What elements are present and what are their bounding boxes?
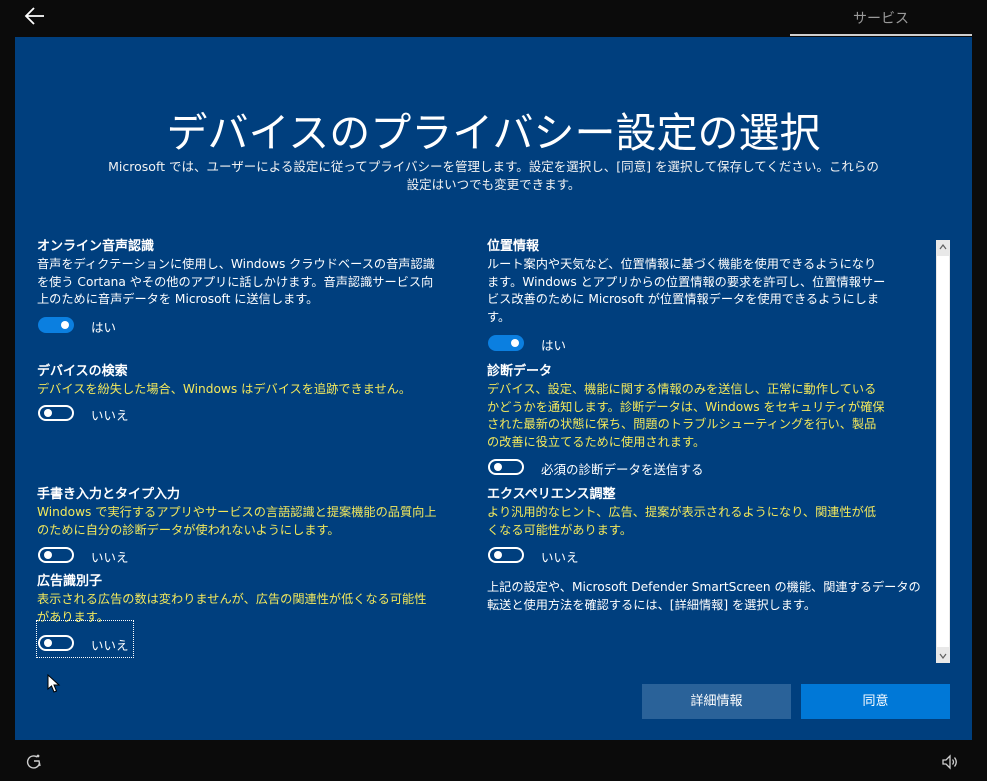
mouse-cursor-icon (47, 673, 61, 694)
desc-line: ます。Windows とアプリからの位置情報の要求を許可し、位置情報サー (487, 274, 886, 289)
toggle-switch[interactable] (488, 335, 524, 351)
toggle-switch[interactable] (488, 547, 524, 563)
section-find-device: デバイスの検索 デバイスを紛失した場合、Windows はデバイスを追跡できませ… (37, 363, 477, 399)
desc-line: くなる可能性があります。 (487, 522, 633, 537)
footer-note: 上記の設定や、Microsoft Defender SmartScreen の機… (487, 579, 935, 614)
toggle-switch[interactable] (38, 317, 74, 333)
toggle-knob (61, 321, 69, 329)
desc-line: 転送と使用方法を確認するには、[詳細情報] を選択します。 (487, 597, 817, 612)
desc-line: ルート案内や天気など、位置情報に基づく機能を使用できるようになり (487, 257, 877, 271)
toggle-knob (511, 339, 519, 347)
desc-line: 音声をディクテーションに使用し、Windows クラウドベースの音声認識 (37, 257, 435, 271)
section-title: 診断データ (487, 364, 553, 379)
tab-underline (790, 34, 972, 36)
toggle-label: いいえ (541, 550, 579, 565)
section-title: 位置情報 (487, 239, 540, 254)
section-description: デバイス、設定、機能に関する情報のみを送信し、正常に動作している かどうかを通知… (487, 381, 927, 451)
back-arrow-icon[interactable] (20, 4, 48, 28)
section-description: より汎用的なヒント、広告、提案が表示されるようになり、関連性が低 くなる可能性が… (487, 504, 927, 539)
section-description: ルート案内や天気など、位置情報に基づく機能を使用できるようになり ます。Wind… (487, 256, 927, 326)
desc-line: ビス改善のために Microsoft が位置情報データを使用できるようにしま (487, 292, 880, 306)
desc-line: かどうかを通知します。診断データは、Windows をセキュリティが確保 (487, 399, 885, 414)
toggle-knob (44, 639, 52, 647)
section-location: 位置情報 ルート案内や天気など、位置情報に基づく機能を使用できるようになり ます… (487, 238, 927, 326)
section-title: デバイスの検索 (37, 364, 128, 379)
section-diagnostics: 診断データ デバイス、設定、機能に関する情報のみを送信し、正常に動作している か… (487, 363, 927, 451)
toggle-switch[interactable] (38, 635, 74, 651)
volume-icon[interactable] (940, 752, 960, 772)
details-button[interactable]: 詳細情報 (642, 684, 791, 719)
section-description: デバイスを紛失した場合、Windows はデバイスを追跡できません。 (37, 381, 477, 399)
desc-line: Windows で実行するアプリやサービスの言語認識と提案機能の品質向上 (37, 505, 437, 519)
tab-services-label: サービス (853, 11, 909, 27)
section-description: 音声をディクテーションに使用し、Windows クラウドベースの音声認識 を使う… (37, 256, 477, 309)
desc-line: 表示される広告の数は変わりませんが、広告の関連性が低くなる可能性 (37, 592, 427, 606)
section-online-speech: オンライン音声認識 音声をディクテーションに使用し、Windows クラウドベー… (37, 238, 477, 309)
section-tailored-experiences: エクスペリエンス調整 より汎用的なヒント、広告、提案が表示されるようになり、関連… (487, 486, 927, 539)
desc-line: デバイスを紛失した場合、Windows はデバイスを追跡できません。 (37, 382, 412, 396)
toggle-knob (44, 551, 52, 559)
toggle-switch[interactable] (38, 405, 74, 421)
section-title: オンライン音声認識 (37, 239, 155, 254)
toggle-label: いいえ (91, 408, 129, 423)
section-title: エクスペリエンス調整 (487, 487, 616, 502)
desc-line: を使う Cortana やその他のアプリに話しかけます。音声認識サービス向 (37, 274, 434, 289)
desc-line: 上記の設定や、Microsoft Defender SmartScreen の機… (487, 580, 921, 594)
toggle-switch[interactable] (38, 547, 74, 563)
scrollbar-thumb[interactable] (937, 256, 949, 647)
page-subtitle: Microsoft では、ユーザーによる設定に従ってプライバシーを管理します。設… (75, 158, 912, 194)
toggle-label: いいえ (91, 638, 129, 653)
tab-services[interactable]: サービス (790, 0, 972, 36)
desc-line: のために自分の診断データが使われないようにします。 (37, 522, 340, 537)
toggle-label: はい (541, 338, 567, 353)
subtitle-line: 設定はいつでも変更できます。 (406, 177, 581, 192)
section-title: 広告識別子 (37, 574, 103, 589)
desc-line: された最新の状態に保ち、問題のトラブルシューティングを行い、製品 (487, 417, 877, 431)
toggle-knob (494, 463, 502, 471)
section-title: 手書き入力とタイプ入力 (37, 487, 181, 502)
agree-button[interactable]: 同意 (801, 684, 950, 719)
top-bar: サービス (0, 0, 987, 37)
privacy-settings-panel: デバイスのプライバシー設定の選択 Microsoft では、ユーザーによる設定に… (15, 37, 972, 740)
desc-line: す。 (487, 309, 511, 324)
ease-of-access-icon[interactable] (24, 752, 44, 772)
section-description: Windows で実行するアプリやサービスの言語認識と提案機能の品質向上 のため… (37, 504, 477, 539)
toggle-label: 必須の診断データを送信する (541, 462, 704, 477)
scroll-up-icon[interactable] (936, 240, 950, 254)
desc-line: より汎用的なヒント、広告、提案が表示されるようになり、関連性が低 (487, 505, 877, 519)
desc-line: の改善に役立てるために使用されます。 (487, 434, 706, 449)
toggle-knob (494, 551, 502, 559)
scroll-down-icon[interactable] (936, 649, 950, 663)
subtitle-line: Microsoft では、ユーザーによる設定に従ってプライバシーを管理します。設… (108, 159, 879, 174)
page-title: デバイスのプライバシー設定の選択 (166, 109, 821, 157)
toggle-label: はい (91, 320, 117, 335)
scrollbar[interactable] (936, 240, 950, 663)
toggle-label: いいえ (91, 550, 129, 565)
toggle-switch[interactable] (488, 459, 524, 475)
toggle-knob (44, 409, 52, 417)
section-inking-typing: 手書き入力とタイプ入力 Windows で実行するアプリやサービスの言語認識と提… (37, 486, 477, 539)
section-advertising-id: 広告識別子 表示される広告の数は変わりませんが、広告の関連性が低くなる可能性 が… (37, 573, 477, 626)
desc-line: 上のために音声データを Microsoft に送信します。 (37, 292, 319, 306)
desc-line: デバイス、設定、機能に関する情報のみを送信し、正常に動作している (487, 382, 877, 396)
